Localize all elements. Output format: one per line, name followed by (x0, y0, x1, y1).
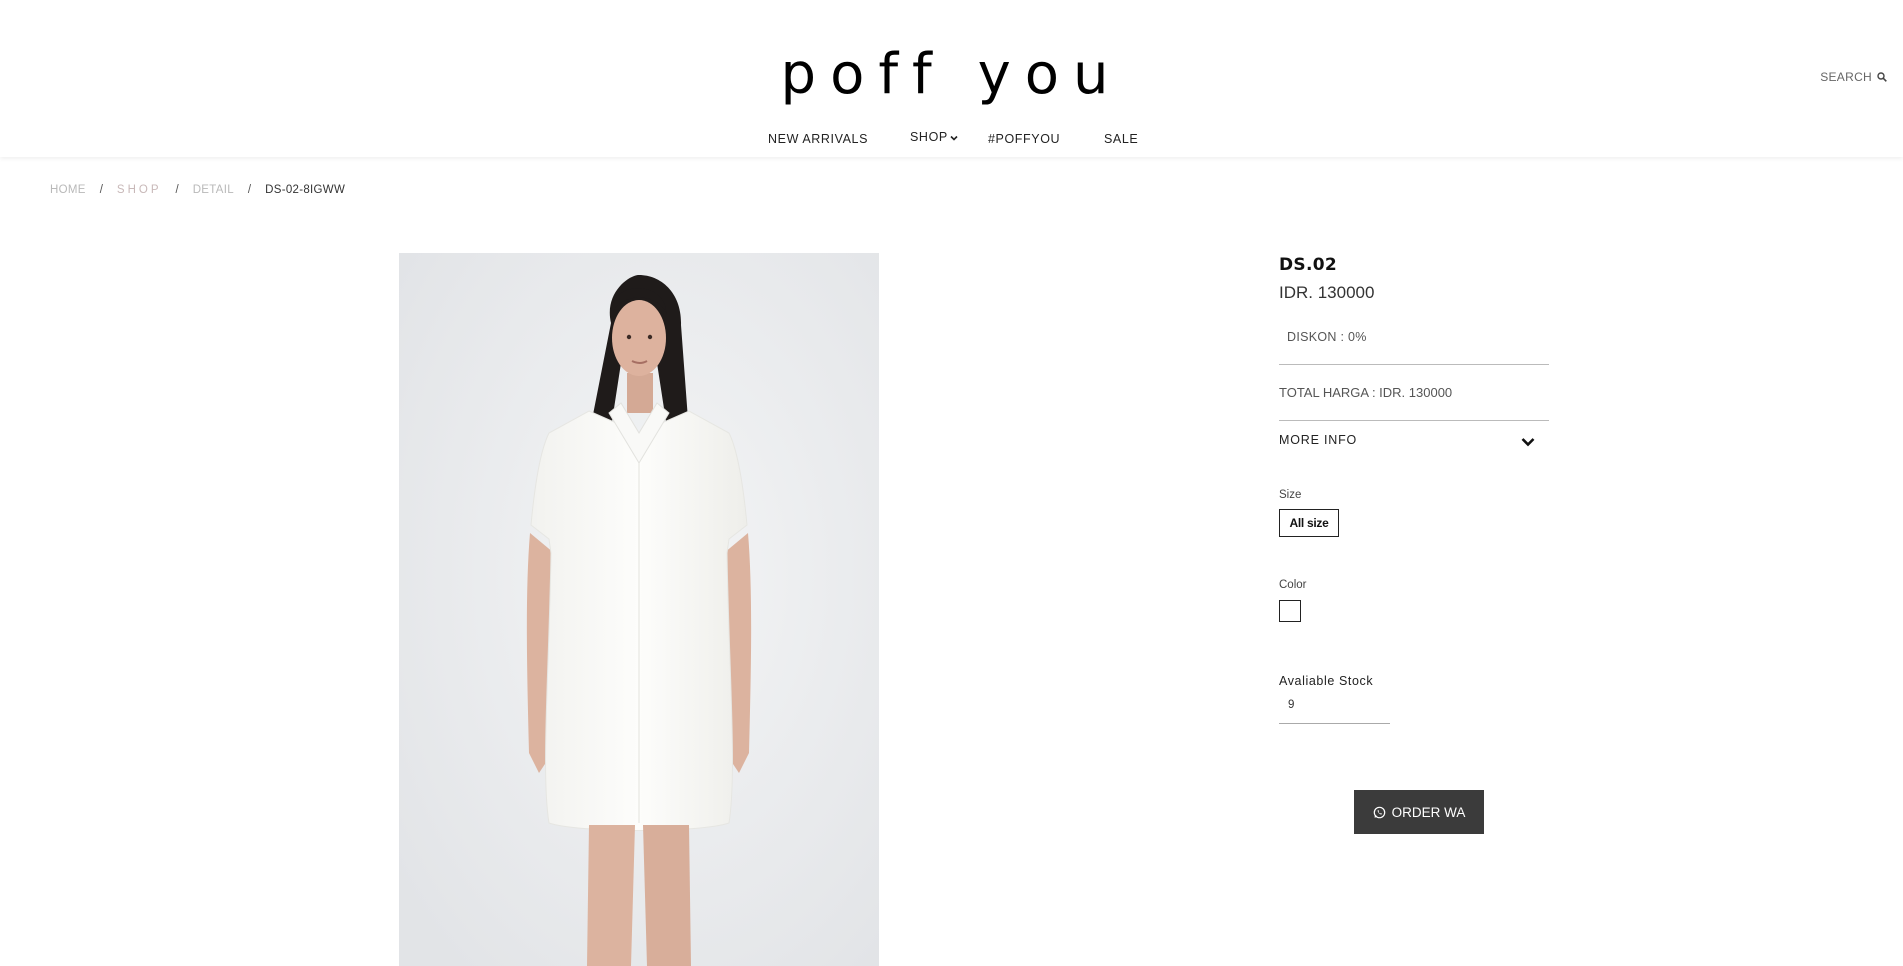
breadcrumb-shop[interactable]: SHOP (117, 184, 162, 196)
order-wa-button[interactable]: ORDER WA (1354, 790, 1484, 834)
site-header: poff you SEARCH NEW ARRIVALS SHOP #POFFY… (0, 0, 1903, 157)
product-price: IDR. 130000 (1279, 283, 1375, 302)
chevron-down-icon (1521, 438, 1535, 447)
breadcrumb-separator: / (247, 184, 252, 196)
color-label: Color (1279, 579, 1307, 591)
more-info-toggle[interactable]: MORE INFO (1279, 430, 1549, 452)
site-logo[interactable]: poff you (0, 42, 1903, 107)
breadcrumb: HOME / SHOP / DETAIL / DS-02-8IGWW (50, 184, 345, 196)
more-info-label: MORE INFO (1279, 433, 1358, 447)
breadcrumb-current: DS-02-8IGWW (265, 184, 346, 196)
size-option-all[interactable]: All size (1279, 509, 1339, 537)
search-icon (1877, 72, 1887, 82)
divider (1279, 364, 1549, 365)
nav-sale[interactable]: SALE (1104, 132, 1138, 146)
main-nav: NEW ARRIVALS SHOP #POFFYOU SALE (0, 130, 1903, 152)
color-swatch-white[interactable] (1279, 600, 1301, 622)
chevron-down-icon (950, 135, 958, 141)
breadcrumb-home[interactable]: HOME (50, 184, 86, 196)
product-title: DS.02 (1279, 255, 1337, 275)
breadcrumb-detail[interactable]: DETAIL (193, 184, 234, 196)
nav-new-arrivals[interactable]: NEW ARRIVALS (768, 132, 868, 146)
stock-value: 9 (1288, 699, 1295, 711)
divider (1279, 420, 1549, 421)
order-wa-label: ORDER WA (1391, 804, 1466, 820)
stock-label: Avaliable Stock (1279, 674, 1374, 688)
nav-shop-label: SHOP (910, 130, 948, 144)
stock-underline (1279, 723, 1390, 724)
search-label: SEARCH (1820, 70, 1872, 84)
size-label: Size (1279, 489, 1302, 501)
search-link[interactable]: SEARCH (1820, 70, 1887, 84)
nav-poffyou[interactable]: #POFFYOU (988, 132, 1060, 146)
breadcrumb-separator: / (175, 184, 179, 196)
whatsapp-icon (1373, 806, 1385, 818)
nav-shop[interactable]: SHOP (910, 130, 958, 144)
breadcrumb-separator: / (99, 184, 103, 196)
model-illustration (399, 253, 879, 966)
product-discount: DISKON : 0% (1287, 330, 1367, 344)
product-image[interactable] (399, 253, 879, 966)
product-total: TOTAL HARGA : IDR. 130000 (1279, 385, 1453, 400)
